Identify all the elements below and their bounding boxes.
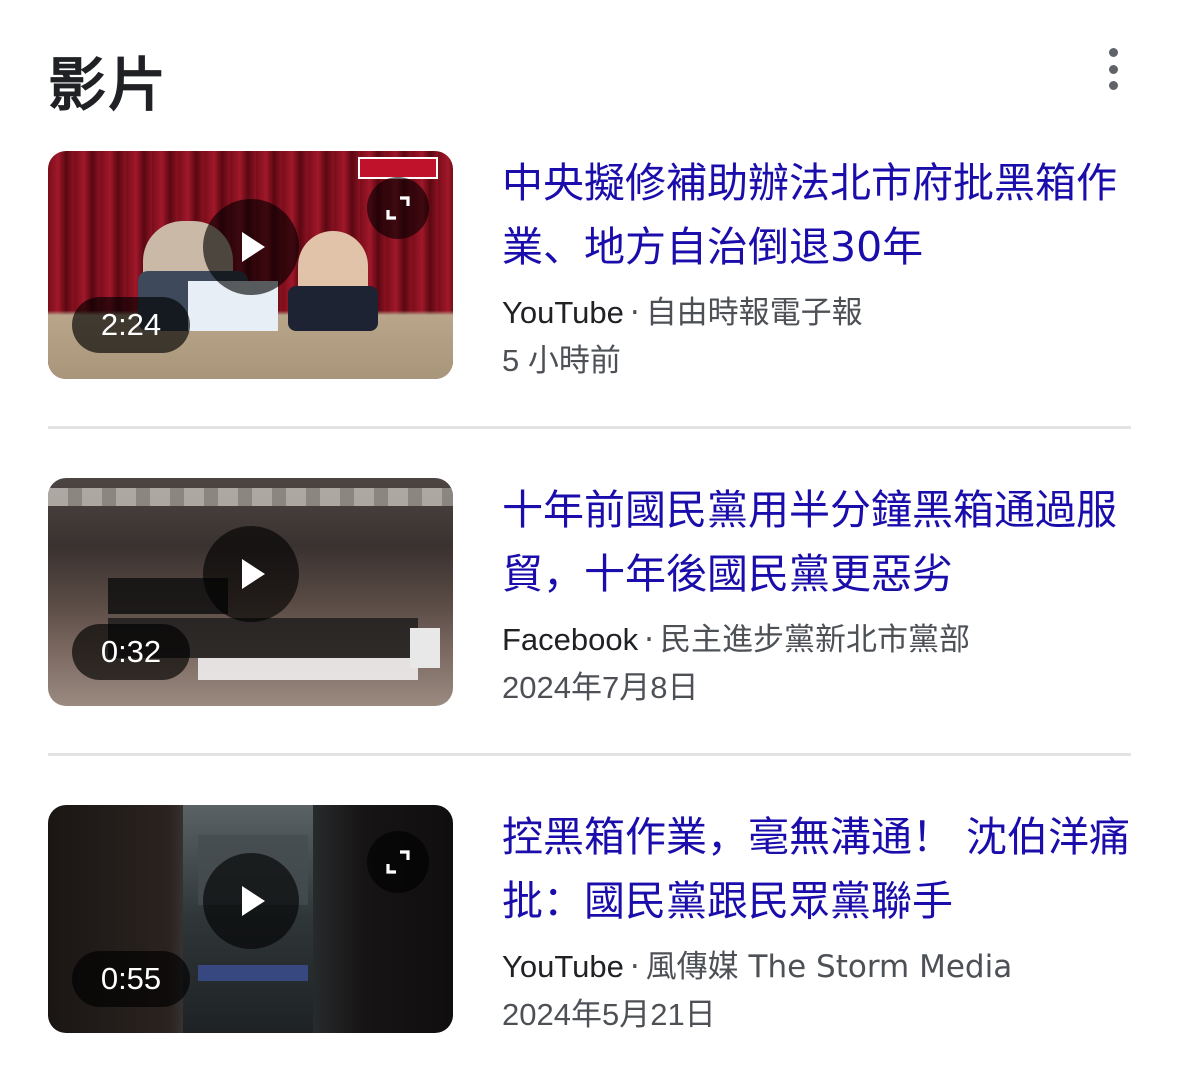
- video-source: YouTube: [502, 949, 624, 984]
- duration-badge: 0:55: [72, 951, 190, 1007]
- video-title-link[interactable]: 中央擬修補助辦法北市府批黑箱作業、地方自治倒退30年: [502, 151, 1131, 279]
- section-title: 影片: [48, 51, 169, 119]
- video-result-1[interactable]: 2:24 中央擬修補助辦法北市府批黑箱作業、地方自治倒退30年 YouTube ·…: [48, 151, 1131, 381]
- video-info: 控黑箱作業，毫無溝通！ 沈伯洋痛批：國民黨跟民眾黨聯手 YouTube · 風傳媒 …: [502, 805, 1131, 1039]
- video-date: 5 小時前: [502, 343, 621, 378]
- video-channel: 民主進步黨新北市黨部: [660, 622, 970, 658]
- video-meta: YouTube · 自由時報電子報: [502, 289, 1131, 337]
- duration-badge: 2:24: [72, 297, 190, 353]
- expand-icon[interactable]: [367, 831, 429, 893]
- meta-separator: ·: [629, 949, 640, 985]
- divider: [48, 426, 1131, 429]
- video-thumbnail[interactable]: 2:24: [48, 151, 453, 379]
- meta-separator: ·: [629, 295, 640, 331]
- play-icon[interactable]: [203, 526, 299, 622]
- video-info: 中央擬修補助辦法北市府批黑箱作業、地方自治倒退30年 YouTube · 自由時報電…: [502, 151, 1131, 385]
- video-meta: YouTube · 風傳媒 The Storm Media: [502, 943, 1131, 991]
- video-channel: 自由時報電子報: [645, 295, 863, 331]
- video-info: 十年前國民黨用半分鐘黑箱通過服貿，十年後國民黨更惡劣 Facebook · 民主進步…: [502, 478, 1131, 712]
- video-date: 2024年7月8日: [502, 670, 699, 705]
- video-title-link[interactable]: 十年前國民黨用半分鐘黑箱通過服貿，十年後國民黨更惡劣: [502, 478, 1131, 606]
- video-meta: Facebook · 民主進步黨新北市黨部: [502, 616, 1131, 664]
- duration-badge: 0:32: [72, 624, 190, 680]
- meta-separator: ·: [644, 622, 654, 658]
- video-thumbnail[interactable]: 0:32: [48, 478, 453, 706]
- video-thumbnail[interactable]: 0:55: [48, 805, 453, 1033]
- video-source: Facebook: [502, 622, 639, 657]
- video-result-2[interactable]: 0:32 十年前國民黨用半分鐘黑箱通過服貿，十年後國民黨更惡劣 Facebook…: [48, 478, 1131, 708]
- more-vert-icon[interactable]: [1095, 44, 1131, 94]
- video-channel: 風傳媒 The Storm Media: [645, 949, 1013, 985]
- videos-section-header: 影片: [48, 30, 1131, 119]
- video-result-3[interactable]: 0:55 控黑箱作業，毫無溝通！ 沈伯洋痛批：國民黨跟民眾黨聯手 YouTube…: [48, 805, 1131, 1035]
- video-date: 2024年5月21日: [502, 997, 716, 1032]
- expand-icon[interactable]: [367, 177, 429, 239]
- play-icon[interactable]: [203, 853, 299, 949]
- divider: [48, 753, 1131, 756]
- video-title-link[interactable]: 控黑箱作業，毫無溝通！ 沈伯洋痛批：國民黨跟民眾黨聯手: [502, 805, 1131, 933]
- play-icon[interactable]: [203, 199, 299, 295]
- video-source: YouTube: [502, 295, 624, 330]
